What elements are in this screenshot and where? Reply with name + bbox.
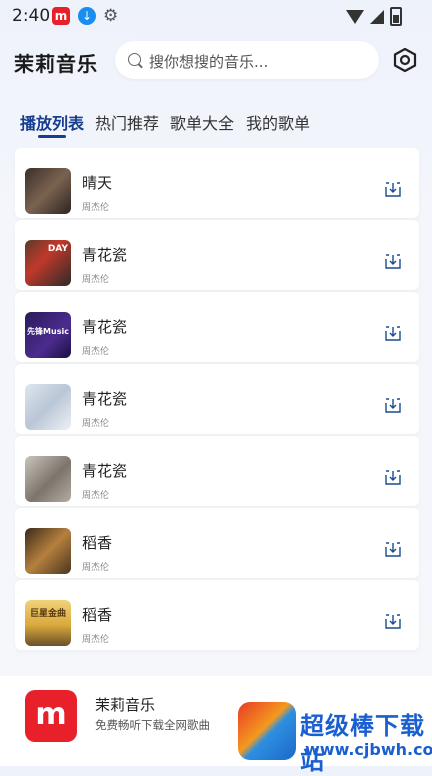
promo-subtitle: 免费畅听下载全网歌曲 — [95, 718, 210, 732]
tab-bar: 播放列表 热门推荐 歌单大全 我的歌单 — [0, 108, 432, 142]
song-title: 晴天 — [82, 174, 113, 192]
search-placeholder: 搜你想搜的音乐... — [149, 53, 269, 71]
song-title: 青花瓷 — [82, 390, 128, 408]
tab-playlist[interactable]: 播放列表 — [20, 110, 84, 134]
search-icon — [128, 53, 141, 66]
song-row[interactable]: 晴天 周杰伦 — [15, 148, 419, 218]
album-cover: DAY — [25, 240, 71, 286]
app-logo-icon: m — [25, 690, 77, 742]
settings-hexagon-icon[interactable] — [392, 47, 418, 73]
song-artist: 周杰伦 — [82, 203, 110, 213]
song-artist: 周杰伦 — [82, 491, 110, 501]
search-input[interactable]: 搜你想搜的音乐... — [115, 41, 379, 79]
status-bar: 2:40 m ↓ ⚙ — [0, 0, 432, 34]
song-artist: 周杰伦 — [82, 347, 110, 357]
tab-hot-recommend[interactable]: 热门推荐 — [95, 110, 159, 134]
song-row[interactable]: 稻香 周杰伦 — [15, 508, 419, 578]
album-cover — [25, 528, 71, 574]
song-artist: 周杰伦 — [82, 275, 110, 285]
album-cover — [25, 384, 71, 430]
tab-my-songlist[interactable]: 我的歌单 — [246, 110, 310, 134]
album-cover — [25, 456, 71, 502]
album-cover: 巨星金曲 — [25, 600, 71, 646]
song-row[interactable]: 青花瓷 周杰伦 — [15, 364, 419, 434]
song-row[interactable]: DAY 青花瓷 周杰伦 — [15, 220, 419, 290]
download-icon[interactable] — [385, 182, 401, 197]
song-artist: 周杰伦 — [82, 563, 110, 573]
tab-songlist-collection[interactable]: 歌单大全 — [170, 110, 234, 134]
watermark-logo-icon — [238, 702, 296, 760]
status-icons — [346, 7, 402, 26]
song-artist: 周杰伦 — [82, 419, 110, 429]
download-icon[interactable] — [385, 470, 401, 485]
cover-caption: DAY — [47, 244, 68, 254]
wifi-icon — [346, 9, 364, 24]
signal-icon — [370, 9, 384, 24]
status-time: 2:40 — [12, 6, 51, 26]
download-icon[interactable] — [385, 542, 401, 557]
song-row[interactable]: 巨星金曲 稻香 周杰伦 — [15, 580, 419, 650]
song-row[interactable]: 青花瓷 周杰伦 — [15, 436, 419, 506]
song-title: 稻香 — [82, 534, 113, 552]
app-notification-icon: m — [52, 7, 70, 25]
promo-title: 茉莉音乐 — [95, 696, 156, 714]
battery-icon — [390, 7, 402, 26]
download-icon[interactable] — [385, 614, 401, 629]
tab-active-indicator — [38, 135, 66, 138]
song-row[interactable]: 先锋Music 青花瓷 周杰伦 — [15, 292, 419, 362]
app-title: 茉莉音乐 — [14, 52, 98, 76]
song-title: 青花瓷 — [82, 246, 128, 264]
download-icon[interactable] — [385, 254, 401, 269]
cover-caption: 巨星金曲 — [29, 609, 66, 619]
download-notification-icon: ↓ — [78, 7, 96, 25]
gear-notification-icon: ⚙ — [103, 6, 119, 26]
song-title: 稻香 — [82, 606, 113, 624]
song-title: 青花瓷 — [82, 318, 128, 336]
song-title: 青花瓷 — [82, 462, 128, 480]
download-icon[interactable] — [385, 398, 401, 413]
download-icon[interactable] — [385, 326, 401, 341]
song-artist: 周杰伦 — [82, 635, 110, 645]
watermark-url: www.cjbwh.com — [305, 740, 432, 759]
album-cover — [25, 168, 71, 214]
cover-caption: 先锋Music — [27, 327, 69, 336]
album-cover: 先锋Music — [25, 312, 71, 358]
app-header: 茉莉音乐 搜你想搜的音乐... — [0, 38, 432, 86]
